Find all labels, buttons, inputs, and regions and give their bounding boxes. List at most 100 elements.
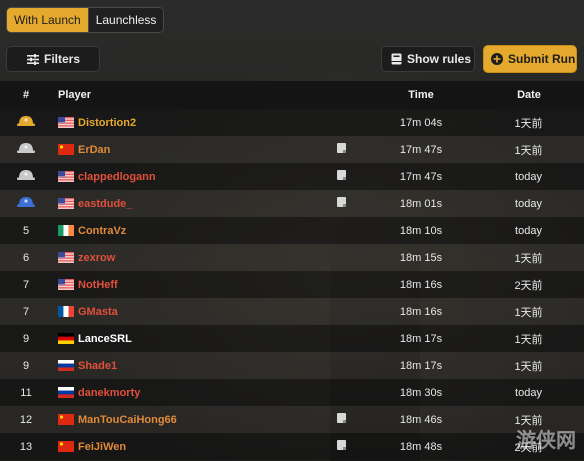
time-cell: 18m 15s (399, 251, 443, 264)
run-note-icon[interactable] (337, 170, 346, 180)
time-cell: 17m 47s (399, 170, 443, 183)
rank-cell: 7 (22, 278, 30, 291)
date-cell: 1天前 (514, 252, 543, 265)
flag-ie-icon (58, 225, 78, 236)
player-name-link[interactable]: Distortion2 (78, 117, 136, 129)
rank-cell: 12 (19, 413, 33, 426)
gold-medal-icon (17, 116, 35, 130)
flag-de-icon (58, 333, 78, 344)
rank-cell: 9 (22, 359, 30, 372)
player-name-link[interactable]: ErDan (78, 144, 110, 156)
player-name-link[interactable]: clappedlogann (78, 171, 156, 183)
run-note-icon[interactable] (337, 197, 346, 207)
date-cell: 1天前 (514, 144, 543, 157)
show-rules-button[interactable]: Show rules (381, 46, 475, 72)
time-cell: 18m 17s (399, 332, 443, 345)
date-header[interactable]: Date (477, 81, 584, 109)
date-cell: 1天前 (514, 117, 543, 130)
date-cell: today (515, 197, 542, 210)
table-row[interactable]: 9 Shade1 18m 17s 1天前 (0, 352, 584, 379)
player-name-link[interactable]: GMasta (78, 306, 118, 318)
time-cell: 18m 17s (399, 359, 443, 372)
player-name-link[interactable]: LanceSRL (78, 333, 132, 345)
flag-us-icon (58, 252, 78, 263)
rank-cell: 6 (22, 251, 30, 264)
rank-cell (0, 190, 52, 217)
book-icon (391, 53, 402, 65)
table-row[interactable]: 11 danekmorty 18m 30s today (0, 379, 584, 406)
time-cell: 18m 30s (399, 386, 443, 399)
show-rules-label: Show rules (407, 52, 472, 66)
flag-us-icon (58, 279, 78, 290)
silver-medal-icon (17, 170, 35, 184)
date-cell: 1天前 (514, 360, 543, 373)
flag-cn-icon (58, 414, 78, 425)
flag-us-icon (58, 198, 78, 209)
table-row[interactable]: 12 ManTouCaiHong66 18m 46s 1天前 (0, 406, 584, 433)
flag-ru-icon (58, 360, 78, 371)
launch-toggle[interactable]: With Launch Launchless (6, 7, 165, 33)
table-row[interactable]: 9 LanceSRL 18m 17s 1天前 (0, 325, 584, 352)
time-cell: 17m 04s (399, 116, 443, 129)
flag-us-icon (58, 117, 78, 128)
run-note-icon[interactable] (337, 440, 346, 450)
time-cell: 18m 46s (399, 413, 443, 426)
time-cell: 18m 16s (399, 278, 443, 291)
flag-us-icon (58, 171, 78, 182)
player-name-link[interactable]: NotHeff (78, 279, 118, 291)
date-cell: 1天前 (514, 333, 543, 346)
player-name-link[interactable]: Shade1 (78, 360, 117, 372)
rank-cell (0, 109, 52, 136)
table-row[interactable]: 7 NotHeff 18m 16s 2天前 (0, 271, 584, 298)
player-name-link[interactable]: ContraVz (78, 225, 126, 237)
note-header (337, 81, 365, 109)
rank-cell: 9 (22, 332, 30, 345)
rank-cell: 5 (22, 224, 30, 237)
table-row[interactable]: 6 zexrow 18m 15s 1天前 (0, 244, 584, 271)
run-note-icon[interactable] (337, 143, 346, 153)
plus-circle-icon (491, 53, 503, 65)
table-row[interactable]: 5 ContraVz 18m 10s today (0, 217, 584, 244)
date-cell: today (515, 170, 542, 183)
sliders-icon (27, 53, 39, 65)
time-cell: 18m 48s (399, 440, 443, 453)
rank-cell: 11 (20, 386, 32, 399)
table-header-row: # Player Time Date (0, 81, 584, 109)
site-watermark: 游侠网 (516, 430, 576, 452)
table-row[interactable]: eastdude_ 18m 01s today (0, 190, 584, 217)
launchless-tab[interactable]: Launchless (87, 8, 164, 32)
player-name-link[interactable]: zexrow (78, 252, 115, 264)
flag-ru-icon (58, 387, 78, 398)
player-name-link[interactable]: danekmorty (78, 387, 140, 399)
rank-header[interactable]: # (0, 81, 52, 109)
table-row[interactable]: 7 GMasta 18m 16s 1天前 (0, 298, 584, 325)
table-row[interactable]: 13 FeiJiWen 18m 48s 2天前 (0, 433, 584, 460)
filters-label: Filters (44, 52, 81, 66)
player-name-link[interactable]: FeiJiWen (78, 441, 126, 453)
flag-fr-icon (58, 306, 78, 317)
table-row[interactable]: Distortion2 17m 04s 1天前 (0, 109, 584, 136)
date-cell: 1天前 (514, 306, 543, 319)
blue-medal-icon (17, 197, 35, 211)
with-launch-tab[interactable]: With Launch (7, 8, 88, 32)
rank-cell: 7 (22, 305, 30, 318)
date-cell: 2天前 (514, 279, 543, 292)
silver-medal-icon (17, 143, 35, 157)
player-name-link[interactable]: ManTouCaiHong66 (78, 414, 177, 426)
leaderboard-body: Distortion2 17m 04s 1天前 ErDan 17m 47s 1天前 clap… (0, 109, 584, 460)
time-cell: 18m 10s (399, 224, 443, 237)
date-cell: today (515, 386, 542, 399)
table-row[interactable]: ErDan 17m 47s 1天前 (0, 136, 584, 163)
filters-button[interactable]: Filters (6, 46, 100, 72)
time-cell: 18m 16s (399, 305, 443, 318)
player-name-link[interactable]: eastdude_ (78, 198, 132, 210)
submit-run-button[interactable]: Submit Run (483, 45, 577, 73)
rank-cell (0, 136, 52, 163)
time-header[interactable]: Time (365, 81, 477, 109)
run-note-icon[interactable] (337, 413, 346, 423)
time-cell: 18m 01s (399, 197, 443, 210)
table-row[interactable]: clappedlogann 17m 47s today (0, 163, 584, 190)
player-header[interactable]: Player (52, 81, 337, 109)
submit-run-label: Submit Run (508, 52, 576, 66)
leaderboard-table: # Player Time Date Distortion2 17m 04s 1天前… (0, 81, 584, 460)
